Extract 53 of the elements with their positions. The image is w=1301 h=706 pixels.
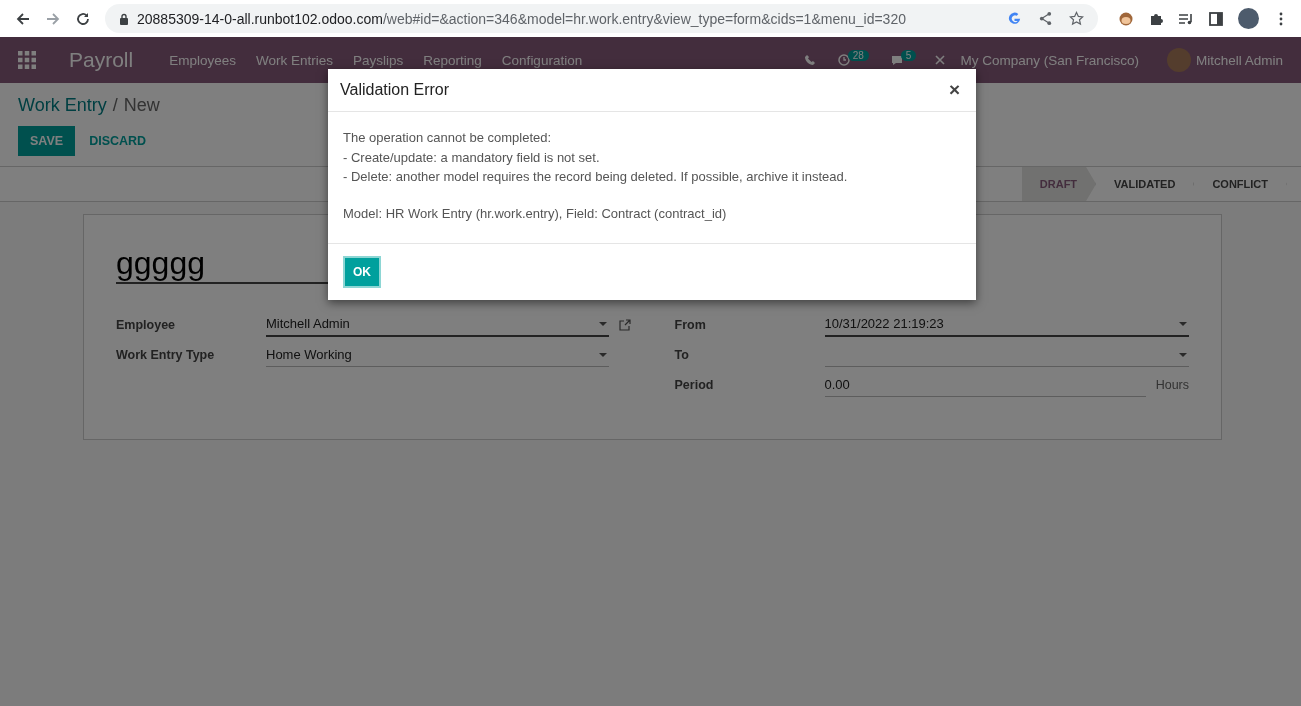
save-button[interactable]: SAVE — [18, 126, 76, 156]
error-message: - Delete: another model requires the record being deleted. If possible, archive it instead. — [343, 168, 849, 186]
field-label: Employee — [116, 317, 177, 332]
error-message: The operation cannot be completed: — [343, 129, 553, 147]
clock-icon[interactable] — [837, 54, 850, 66]
message-count: 5 — [900, 49, 917, 61]
caret-icon — [1179, 321, 1187, 326]
company-switcher[interactable]: My Company (San Francisco) — [960, 52, 1139, 68]
activity-count: 28 — [847, 49, 869, 61]
error-message: - Create/update: a mandatory field is not set. — [343, 148, 601, 167]
number-field[interactable]: 0.00 — [824, 373, 1146, 397]
menu-item[interactable]: Configuration — [501, 52, 583, 68]
external-link-icon[interactable] — [618, 318, 631, 331]
share-icon[interactable] — [1038, 11, 1053, 26]
chat-icon[interactable] — [890, 54, 903, 66]
phone-icon[interactable] — [803, 54, 816, 66]
forward-icon[interactable] — [45, 10, 61, 27]
google-icon[interactable] — [1007, 11, 1022, 26]
error-message: Model: HR Work Entry (hr.work.entry), Field: Contract (contract_id) — [343, 204, 728, 223]
select-field[interactable]: Mitchell Admin — [266, 312, 609, 337]
profile-avatar[interactable] — [1238, 8, 1259, 29]
unit-label: Hours — [1155, 378, 1189, 392]
field-label: Period — [674, 378, 715, 392]
breadcrumb-link[interactable]: Work Entry — [18, 95, 107, 116]
field-label: To — [674, 348, 690, 362]
caret-icon — [1179, 352, 1187, 357]
back-icon[interactable] — [15, 10, 31, 27]
select-field[interactable]: Home Working — [266, 343, 609, 367]
discard-button[interactable]: DISCARD — [79, 126, 157, 156]
menu-item[interactable]: Employees — [169, 52, 236, 68]
app-title[interactable]: Payroll — [69, 48, 134, 72]
star-icon[interactable] — [1069, 11, 1084, 26]
status-stage[interactable]: DRAFT — [1021, 167, 1097, 201]
menu-item[interactable]: Reporting — [423, 52, 482, 68]
user-menu[interactable]: Mitchell Admin — [1195, 52, 1283, 68]
field-label: Work Entry Type — [116, 348, 216, 362]
caret-icon — [598, 352, 607, 357]
menu-item[interactable]: Work Entries — [256, 52, 334, 68]
close-button[interactable]: × — [944, 79, 964, 101]
ok-button[interactable]: OK — [343, 256, 381, 288]
lock-icon[interactable] — [119, 12, 129, 25]
dialog-title: Validation Error — [340, 81, 450, 99]
menu-item[interactable]: Payslips — [353, 52, 404, 68]
sidebar-icon[interactable] — [1208, 10, 1224, 27]
apps-icon[interactable] — [18, 51, 36, 69]
tools-icon[interactable] — [934, 54, 947, 66]
date-field[interactable]: 10/31/2022 21:19:23 — [824, 312, 1189, 337]
field-label: From — [674, 317, 707, 332]
breadcrumb-separator: / — [112, 95, 118, 116]
breadcrumb-current: New — [123, 95, 160, 116]
reload-icon[interactable] — [75, 10, 91, 27]
caret-icon — [598, 321, 607, 326]
address-bar[interactable]: 20885309-14-0-all.runbot102.odoo.com/web#id=&action=346&model=hr.work.entry&view_type=form&cids=1&menu_id=320 — [105, 4, 1098, 33]
